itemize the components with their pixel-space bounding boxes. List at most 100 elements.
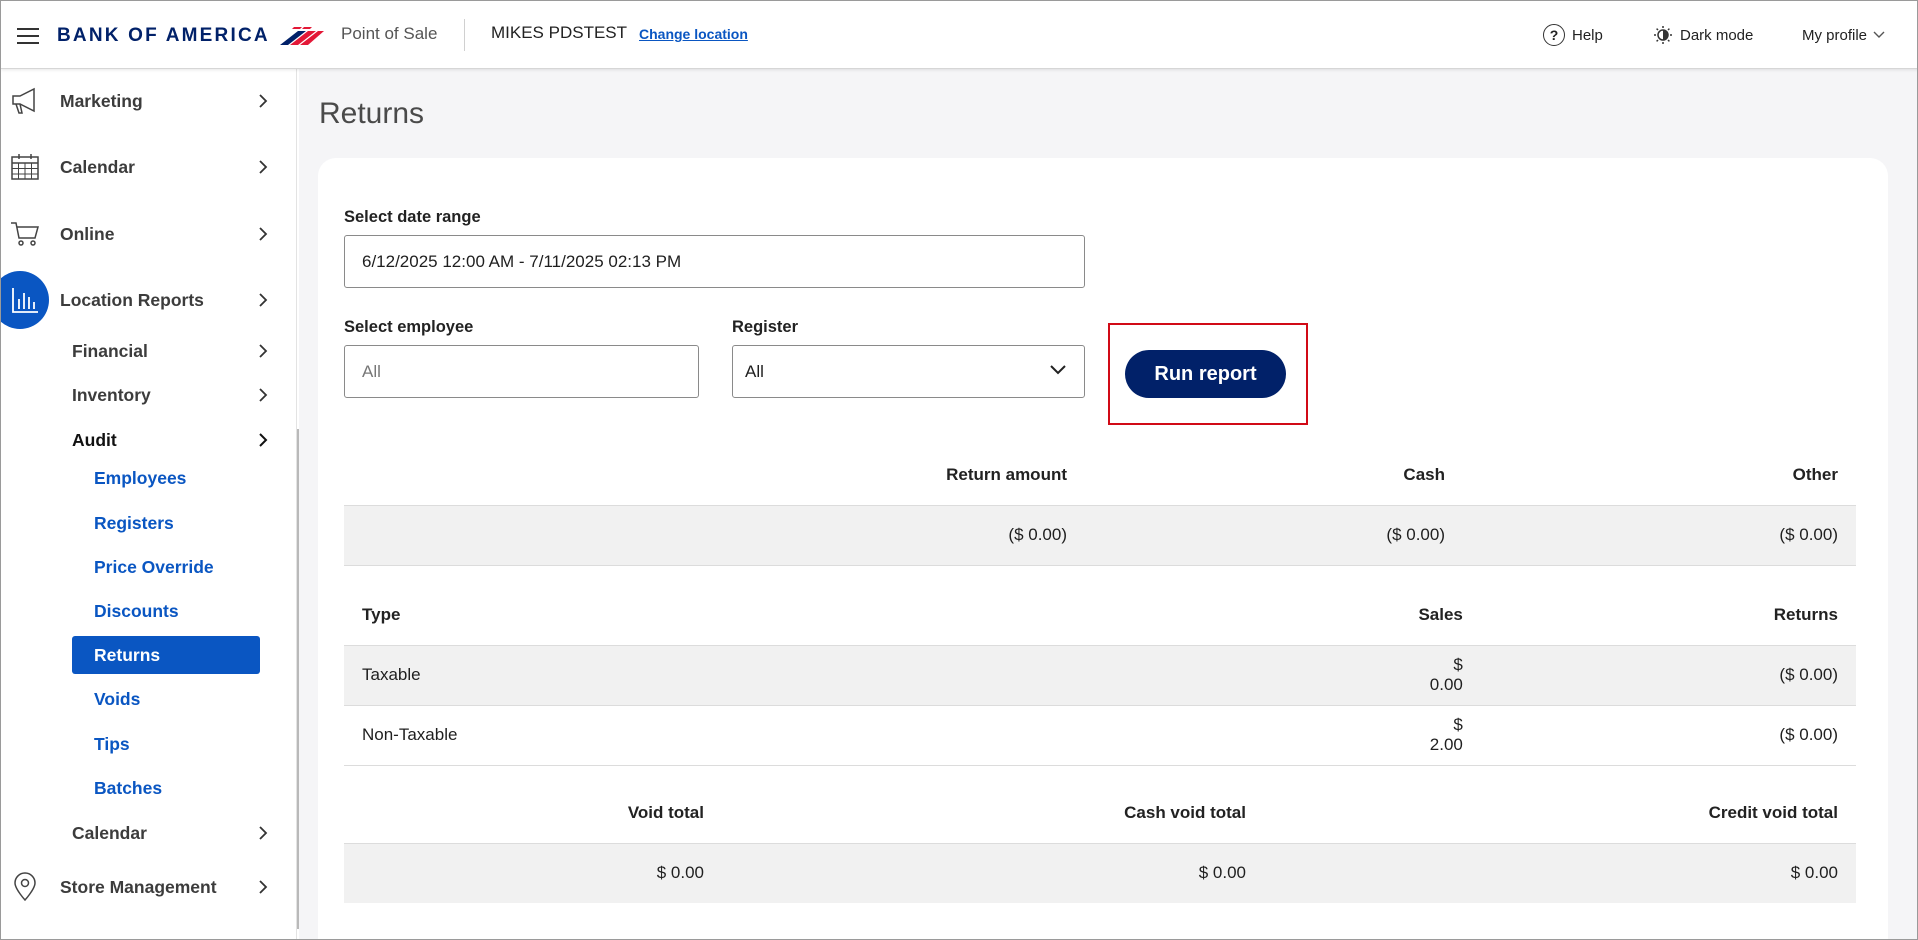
sidebar-item-registers[interactable]: Registers (72, 504, 260, 542)
table-cell: $ 0.00 (656, 863, 704, 883)
chevron-right-icon (259, 227, 268, 241)
sidebar-item-label: Voids (94, 688, 141, 709)
sidebar-item-marketing[interactable]: Marketing (1, 76, 297, 126)
register-label: Register (732, 318, 799, 336)
sidebar-item-label: Audit (72, 429, 117, 450)
returns-summary-table: Return amount Cash Other ($ 0.00) ($ 0.0… (344, 445, 1856, 566)
sidebar-item-tips[interactable]: Tips (72, 725, 260, 763)
chevron-right-icon (259, 160, 268, 174)
calendar-icon (7, 149, 43, 185)
register-select[interactable]: All (732, 345, 1085, 398)
header-divider (464, 19, 465, 51)
help-button[interactable]: ? Help (1543, 1, 1603, 69)
location-name: MIKES PDSTEST (491, 23, 628, 42)
chevron-right-icon (259, 94, 268, 108)
menu-icon[interactable] (17, 28, 39, 44)
sidebar-item-financial[interactable]: Financial (1, 331, 297, 371)
my-profile-label: My profile (1802, 26, 1868, 44)
sidebar-item-label: Discounts (94, 600, 179, 621)
column-header: Cash (1403, 464, 1445, 484)
column-header: Cash void total (1124, 802, 1246, 822)
register-value: All (745, 361, 764, 381)
column-header: Sales (1418, 604, 1463, 624)
top-bar: BANK OF AMERICA Point of Sale MIKES PDST… (1, 1, 1917, 69)
sidebar-item-discounts[interactable]: Discounts (72, 592, 260, 630)
location-pin-icon (7, 869, 43, 905)
column-header: Return amount (946, 464, 1067, 484)
flag-logo-icon (279, 27, 324, 45)
sidebar-item-calendar[interactable]: Calendar (1, 142, 297, 192)
table-cell: $ 0.00 (1790, 863, 1838, 883)
table-cell: $ 0.00 (1429, 655, 1463, 694)
table-cell: ($ 0.00) (1008, 525, 1067, 544)
sidebar-item-label: Calendar (60, 156, 135, 177)
sidebar-item-audit[interactable]: Audit (1, 420, 297, 460)
sidebar-item-label: Marketing (60, 90, 143, 111)
sidebar-item-voids[interactable]: Voids (72, 680, 260, 718)
chevron-right-icon (259, 826, 268, 840)
page-title: Returns (319, 97, 425, 130)
sidebar-item-label: Location Reports (60, 289, 204, 310)
chevron-right-icon (259, 433, 268, 447)
column-header: Other (1792, 464, 1838, 484)
sidebar-item-label: Calendar (72, 822, 147, 843)
bar-chart-icon (7, 282, 43, 318)
table-row: Taxable $ 0.00 ($ 0.00) (344, 645, 1856, 705)
chevron-right-icon (259, 344, 268, 358)
my-profile-menu[interactable]: My profile (1802, 1, 1885, 69)
sidebar-item-label: Batches (94, 777, 163, 798)
table-cell: ($ 0.00) (1779, 725, 1838, 744)
table-header-row: Return amount Cash Other (344, 445, 1856, 505)
sidebar-item-inventory[interactable]: Inventory (1, 375, 297, 415)
sidebar-item-label: Financial (72, 340, 148, 361)
employee-placeholder: All (362, 361, 381, 381)
brand-name: BANK OF AMERICA (57, 25, 270, 46)
table-cell: ($ 0.00) (1779, 665, 1838, 684)
table-cell: $ 0.00 (1198, 863, 1246, 883)
sidebar-item-label: Inventory (72, 384, 151, 405)
help-label: Help (1572, 26, 1603, 44)
brightness-icon (1654, 26, 1672, 44)
table-cell: Non-Taxable (362, 725, 458, 744)
table-row: Non-Taxable $ 2.00 ($ 0.00) (344, 705, 1856, 765)
sidebar-item-price-override[interactable]: Price Override (72, 548, 260, 586)
app-name: Point of Sale (341, 24, 438, 43)
table-header-row: Type Sales Returns (344, 585, 1856, 645)
sidebar-item-employees[interactable]: Employees (72, 459, 260, 497)
sidebar-item-label: Tips (94, 733, 130, 754)
table-row: ($ 0.00) ($ 0.00) ($ 0.00) (344, 505, 1856, 565)
table-cell: ($ 0.00) (1779, 525, 1838, 544)
chevron-right-icon (259, 880, 268, 894)
cart-icon (7, 216, 43, 252)
chevron-down-icon (1050, 365, 1066, 375)
sidebar-item-label: Employees (94, 467, 187, 488)
sidebar-item-label: Online (60, 223, 115, 244)
column-header: Credit void total (1708, 802, 1838, 822)
sidebar-item-returns[interactable]: Returns (72, 636, 260, 674)
date-range-label: Select date range (344, 208, 481, 226)
column-header: Void total (627, 802, 704, 822)
dark-mode-toggle[interactable]: Dark mode (1653, 1, 1753, 69)
help-icon: ? (1543, 24, 1565, 46)
sales-type-table: Type Sales Returns Taxable $ 0.00 ($ 0.0… (344, 585, 1856, 766)
chevron-right-icon (259, 388, 268, 402)
bank-logo[interactable]: BANK OF AMERICA (57, 23, 326, 49)
sidebar-item-location-reports[interactable]: Location Reports (1, 271, 297, 329)
sidebar-item-store-management[interactable]: Store Management (1, 862, 297, 912)
table-cell: Taxable (362, 665, 421, 684)
run-report-button[interactable]: Run report (1125, 350, 1286, 398)
change-location-link[interactable]: Change location (639, 26, 748, 42)
date-range-input[interactable]: 6/12/2025 12:00 AM - 7/11/2025 02:13 PM (344, 235, 1085, 288)
table-cell: ($ 0.00) (1386, 525, 1445, 544)
void-totals-table: Void total Cash void total Credit void t… (344, 783, 1856, 903)
sidebar-item-batches[interactable]: Batches (72, 769, 260, 807)
table-cell: $ 2.00 (1429, 715, 1463, 754)
app-window: BANK OF AMERICA Point of Sale MIKES PDST… (0, 0, 1918, 940)
sidebar-item-reports-calendar[interactable]: Calendar (1, 813, 297, 853)
column-header: Type (362, 604, 401, 624)
chevron-down-icon (1873, 31, 1885, 38)
employee-input[interactable]: All (344, 345, 699, 398)
chevron-right-icon (259, 293, 268, 307)
sidebar-item-online[interactable]: Online (1, 209, 297, 259)
dark-mode-label: Dark mode (1680, 26, 1754, 44)
